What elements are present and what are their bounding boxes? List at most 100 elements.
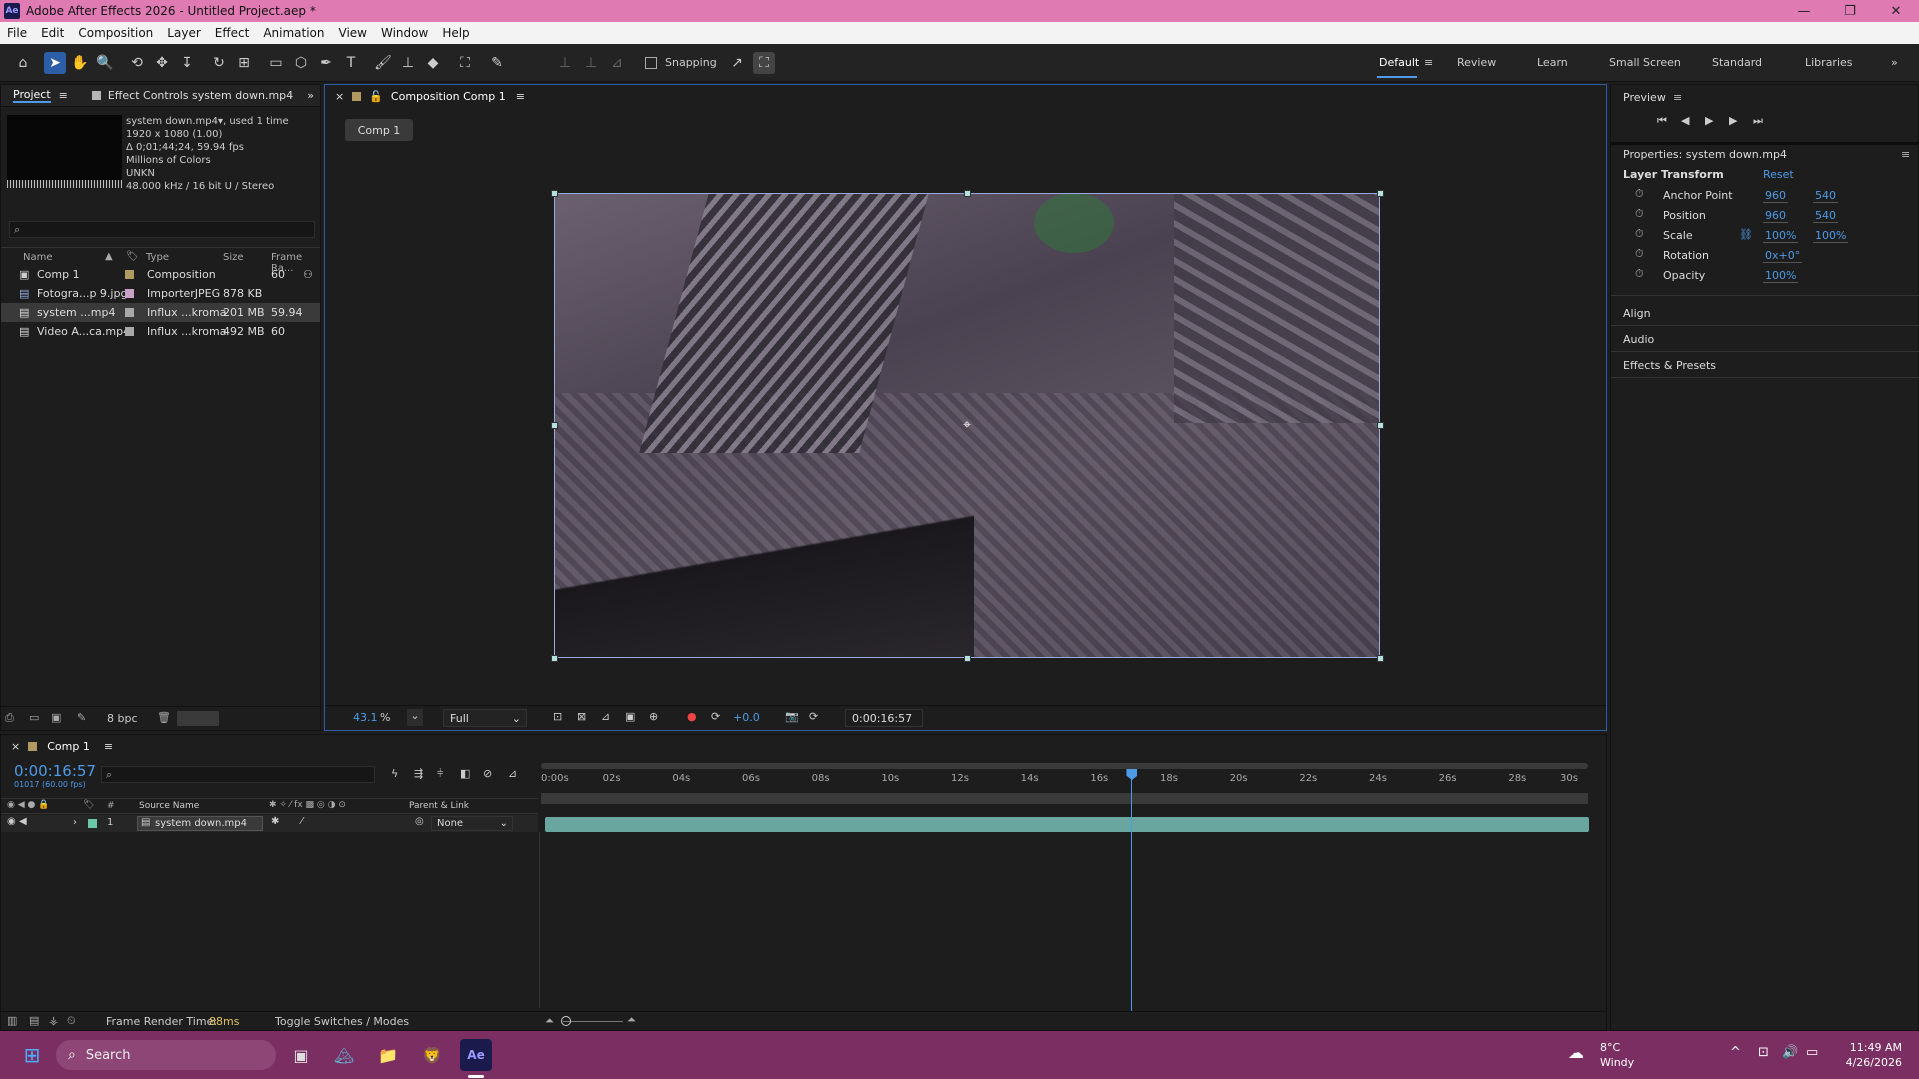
show-hidden-icons[interactable]: ^ (1730, 1045, 1741, 1060)
zoom-in-icon[interactable]: ⏶ (627, 1013, 636, 1027)
expand-layer-icon[interactable]: › (73, 817, 77, 828)
zoom-tool-icon[interactable]: 🔍 (94, 52, 116, 74)
audio-section[interactable]: Audio (1623, 333, 1654, 346)
timeline-search-input[interactable]: ⌕ (101, 766, 375, 783)
viewer-timecode[interactable]: 0:00:16:57 (845, 709, 923, 727)
project-search-input[interactable]: ⌕ (9, 221, 315, 238)
magnification-value[interactable]: 43.1 (353, 711, 378, 724)
transform-handle-r[interactable] (1377, 422, 1384, 429)
home-icon[interactable]: ⌂ (12, 52, 34, 74)
play-icon[interactable]: ▶ (1705, 114, 1713, 127)
workspace-standard[interactable]: Standard (1712, 56, 1762, 69)
project-item-system-down[interactable]: ▤ system ...mp4 Influx ...kroma 201 MB 5… (1, 303, 320, 322)
axis-world-icon[interactable]: ⊥ (580, 52, 602, 74)
tab-timeline-comp[interactable]: Comp 1 (47, 740, 90, 753)
roto-brush-icon[interactable]: ⛶ (454, 52, 476, 74)
hand-tool-icon[interactable]: ✋ (69, 52, 91, 74)
layer-row[interactable]: ◉ ◀ › 1 ▤ system down.mp4 ✱ ⁄ ◎ None ⌄ (1, 815, 538, 832)
transform-handle-bl[interactable] (551, 655, 558, 662)
rotation-value[interactable]: 0x+0° (1763, 249, 1803, 263)
project-item-video[interactable]: ▤ Video A...ca.mp4 Influx ...kroma 492 M… (1, 322, 320, 341)
scale-y[interactable]: 100% (1813, 229, 1849, 243)
position-y[interactable]: 540 (1813, 209, 1838, 223)
layer-name-field[interactable]: ▤ system down.mp4 (137, 816, 263, 831)
stopwatch-icon[interactable]: ⏱ (1635, 187, 1644, 201)
menu-view[interactable]: View (332, 26, 374, 40)
source-name-column[interactable]: Source Name (139, 801, 199, 811)
pan-camera-icon[interactable]: ✥ (151, 52, 173, 74)
work-area-bar[interactable] (541, 763, 1588, 769)
zoom-slider-track[interactable] (563, 1021, 623, 1022)
flowchart-icon[interactable]: ⚇ (303, 268, 313, 281)
battery-icon[interactable]: ▭ (1806, 1045, 1818, 1060)
stopwatch-icon[interactable]: ⏱ (1635, 227, 1644, 241)
parent-link-column[interactable]: Parent & Link (409, 801, 469, 811)
graph-editor-icon[interactable]: ⊘ (483, 767, 492, 780)
column-size[interactable]: Size (223, 252, 244, 263)
taskbar-search[interactable]: ⌕ Search (56, 1040, 276, 1070)
transform-handle-tl[interactable] (551, 190, 558, 197)
motion-blur-icon[interactable]: ◧ (460, 767, 470, 780)
comp-navigator-tab[interactable]: Comp 1 (345, 119, 413, 141)
resolution-select[interactable]: Full ⌄ (443, 709, 527, 727)
axis-view-icon[interactable]: ⊿ (606, 52, 628, 74)
workspace-small-screen[interactable]: Small Screen (1609, 56, 1681, 69)
tab-composition[interactable]: Composition Comp 1 (391, 90, 506, 103)
align-section[interactable]: Align (1623, 307, 1651, 320)
maximize-button[interactable]: ❐ (1827, 0, 1873, 22)
project-menu-icon[interactable]: ≡ (59, 89, 68, 102)
properties-menu-icon[interactable]: ≡ (1901, 148, 1910, 161)
collapse-switch-icon[interactable]: ✱ (271, 816, 279, 827)
eraser-tool-icon[interactable]: ◆ (422, 52, 444, 74)
panel-overflow-icon[interactable]: » (307, 89, 314, 102)
last-frame-icon[interactable]: ⏭ (1753, 114, 1763, 128)
anchor-point-icon[interactable]: ⌖ (959, 417, 975, 433)
workspace-libraries[interactable]: Libraries (1805, 56, 1853, 69)
shape-3d-icon[interactable]: ⬡ (290, 52, 312, 74)
project-footer-field[interactable] (177, 711, 219, 726)
rotation-tool-icon[interactable]: ↻ (208, 52, 230, 74)
transfer-controls-icon[interactable]: ▤ (29, 1014, 39, 1027)
delete-icon[interactable]: 🗑 (157, 711, 171, 724)
file-explorer-icon[interactable]: 📁 (372, 1039, 404, 1071)
axis-local-icon[interactable]: ⊥ (554, 52, 576, 74)
work-area-range[interactable] (541, 793, 1588, 804)
transform-handle-tr[interactable] (1377, 190, 1384, 197)
clock-date[interactable]: 4/26/2026 (1840, 1056, 1902, 1069)
menu-effect[interactable]: Effect (208, 26, 257, 40)
clone-stamp-icon[interactable]: ⊥ (397, 52, 419, 74)
workspace-review[interactable]: Review (1457, 56, 1496, 69)
lock-icon[interactable]: 🔓 (369, 90, 383, 103)
timeline-menu-icon[interactable]: ≡ (104, 740, 113, 753)
transparency-grid-icon[interactable]: ⊠ (577, 710, 586, 723)
label-color-swatch[interactable] (125, 308, 134, 317)
render-time-icon[interactable]: ⏲ (67, 1014, 76, 1028)
comp-menu-icon[interactable]: ≡ (516, 90, 525, 103)
mask-visibility-icon[interactable]: ⊿ (601, 710, 610, 723)
transform-handle-b[interactable] (964, 655, 971, 662)
minimize-button[interactable]: — (1781, 0, 1827, 22)
snap-features-icon[interactable]: ⛶ (753, 52, 775, 74)
stopwatch-icon[interactable]: ⏱ (1635, 247, 1644, 261)
visibility-icon[interactable]: ◉ (7, 816, 16, 827)
menu-composition[interactable]: Composition (71, 26, 160, 40)
zoom-slider-thumb[interactable] (561, 1016, 571, 1026)
weather-icon[interactable]: ☁ (1568, 1043, 1584, 1062)
new-composition-icon[interactable]: ▣ (51, 711, 61, 724)
color-channels-icon[interactable]: ● (687, 710, 697, 723)
bit-depth-button[interactable]: 8 bpc (107, 712, 138, 725)
volume-icon[interactable]: 🔊 (1782, 1045, 1798, 1060)
transform-handle-l[interactable] (551, 422, 558, 429)
workspace-menu-icon[interactable]: ≡ (1424, 56, 1433, 69)
current-time-indicator[interactable] (1126, 769, 1138, 1021)
menu-layer[interactable]: Layer (160, 26, 207, 40)
snapping-checkbox[interactable] (645, 57, 657, 69)
fast-previews-icon[interactable]: ⊡ (553, 710, 562, 723)
label-color-swatch[interactable] (125, 327, 134, 336)
puppet-pin-icon[interactable]: ✎ (486, 52, 508, 74)
pen-tool-icon[interactable]: ✒ (315, 52, 337, 74)
in-out-icon[interactable]: ⚶ (49, 1014, 58, 1027)
transform-handle-t[interactable] (964, 190, 971, 197)
tab-project[interactable]: Project (13, 88, 51, 103)
task-view-icon[interactable]: ▣ (285, 1039, 317, 1071)
